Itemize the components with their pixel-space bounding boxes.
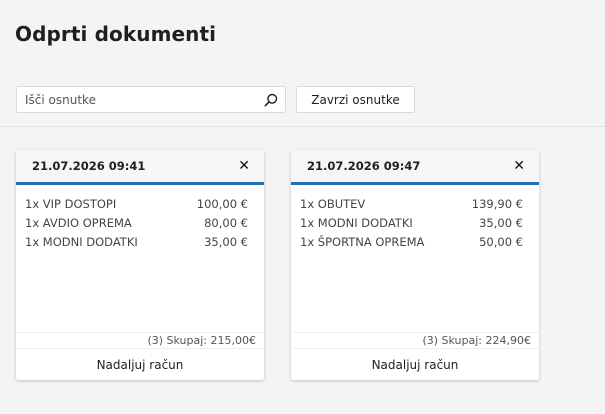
item-price: 35,00 € [479,215,523,230]
continue-receipt-button[interactable]: Nadaljuj račun [16,349,264,380]
card-date: 21.07.2026 09:47 [307,159,421,173]
list-item: 1x AVDIO OPREMA 80,00 € [25,213,248,232]
page-title: Odprti dokumenti [15,22,217,46]
card-header: 21.07.2026 09:41 ✕ [16,150,264,185]
draft-card: 21.07.2026 09:47 ✕ 1x OBUTEV 139,90 € 1x… [291,150,539,380]
draft-cards: 21.07.2026 09:41 ✕ 1x VIP DOSTOPI 100,00… [16,150,539,380]
close-icon[interactable]: ✕ [513,159,525,173]
draft-card: 21.07.2026 09:41 ✕ 1x VIP DOSTOPI 100,00… [16,150,264,380]
card-total: (3) Skupaj: 215,00€ [16,332,264,349]
item-name: 1x AVDIO OPREMA [25,215,132,230]
card-items: 1x VIP DOSTOPI 100,00 € 1x AVDIO OPREMA … [16,185,264,332]
list-item: 1x VIP DOSTOPI 100,00 € [25,194,248,213]
card-total: (3) Skupaj: 224,90€ [291,332,539,349]
list-item: 1x MODNI DODATKI 35,00 € [25,232,248,251]
item-name: 1x OBUTEV [300,196,366,211]
search-box[interactable] [16,86,286,113]
discard-drafts-button[interactable]: Zavrzi osnutke [296,86,415,113]
item-price: 35,00 € [204,234,248,249]
toolbar: Zavrzi osnutke [16,86,415,113]
list-item: 1x ŠPORTNA OPREMA 50,00 € [300,232,523,251]
item-price: 139,90 € [471,196,523,211]
card-date: 21.07.2026 09:41 [32,159,146,173]
continue-receipt-button[interactable]: Nadaljuj račun [291,349,539,380]
item-name: 1x MODNI DODATKI [25,234,138,249]
list-item: 1x OBUTEV 139,90 € [300,194,523,213]
close-icon[interactable]: ✕ [238,159,250,173]
item-name: 1x MODNI DODATKI [300,215,413,230]
item-price: 100,00 € [196,196,248,211]
search-input[interactable] [25,92,263,107]
card-items: 1x OBUTEV 139,90 € 1x MODNI DODATKI 35,0… [291,185,539,332]
list-item: 1x MODNI DODATKI 35,00 € [300,213,523,232]
search-icon[interactable] [263,92,279,108]
item-price: 50,00 € [479,234,523,249]
item-name: 1x ŠPORTNA OPREMA [300,234,425,249]
item-price: 80,00 € [204,215,248,230]
card-header: 21.07.2026 09:47 ✕ [291,150,539,185]
item-name: 1x VIP DOSTOPI [25,196,117,211]
divider [0,126,605,127]
